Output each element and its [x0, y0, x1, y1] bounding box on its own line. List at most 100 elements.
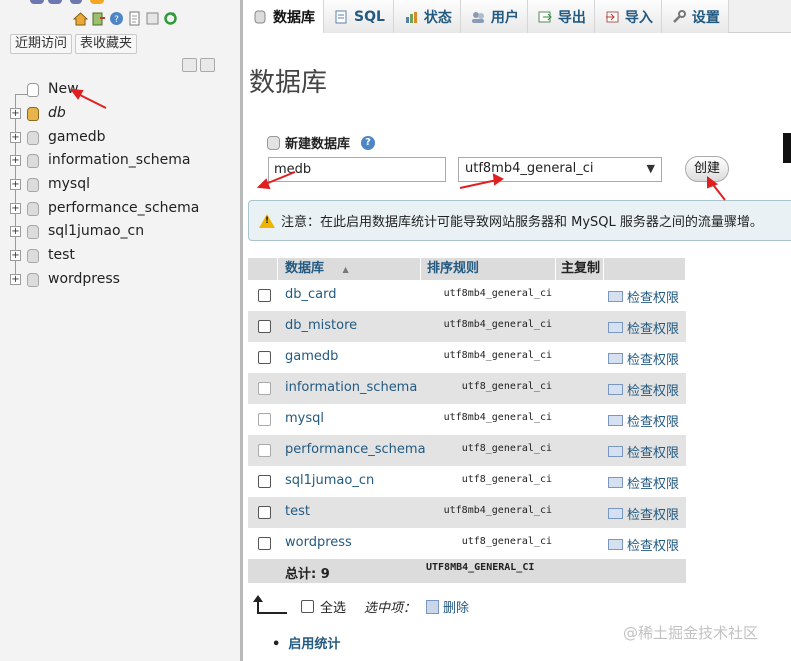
tab-settings[interactable]: 设置	[661, 0, 729, 33]
database-name-link[interactable]: db_mistore	[285, 318, 357, 333]
check-privileges-label[interactable]: 检查权限	[627, 349, 679, 368]
tab-label: 用户	[490, 9, 519, 26]
favorites-button[interactable]: 表收藏夹	[75, 34, 138, 54]
check-privileges-label[interactable]: 检查权限	[627, 535, 679, 554]
enable-statistics-link[interactable]: 启用统计	[272, 633, 340, 652]
tab-status[interactable]: 状态	[393, 0, 461, 33]
header-collation-label[interactable]: 排序规则	[427, 261, 479, 276]
row-checkbox[interactable]	[258, 289, 271, 302]
tree-item-gamedb[interactable]: + gamedb	[8, 128, 238, 148]
database-name-link[interactable]: mysql	[285, 411, 324, 426]
tree-item-information-schema[interactable]: + information_schema	[8, 151, 238, 171]
check-privileges-link[interactable]: 检查权限	[608, 318, 679, 337]
tree-item-mysql[interactable]: + mysql	[8, 175, 238, 195]
check-privileges-link[interactable]: 检查权限	[608, 287, 679, 306]
collation-select[interactable]: utf8mb4_general_ci ▼	[458, 157, 662, 182]
select-all-checkbox[interactable]	[301, 600, 314, 613]
tab-users[interactable]: 用户	[460, 0, 528, 33]
check-privileges-label[interactable]: 检查权限	[627, 287, 679, 306]
tree-item-label[interactable]: mysql	[48, 176, 90, 192]
expand-icon[interactable]: +	[10, 155, 21, 166]
tree-item-test[interactable]: + test	[8, 246, 238, 266]
database-name-link[interactable]: test	[285, 504, 310, 519]
table-row: mysql utf8mb4_general_ci 检查权限	[248, 404, 686, 435]
tree-item-label[interactable]: New	[48, 81, 79, 97]
tree-item-new[interactable]: New	[8, 80, 238, 100]
tree-item-sql1jumao-cn[interactable]: + sql1jumao_cn	[8, 222, 238, 242]
tree-item-label[interactable]: information_schema	[48, 152, 191, 168]
check-privileges-link[interactable]: 检查权限	[608, 442, 679, 461]
row-checkbox[interactable]	[258, 475, 271, 488]
header-database[interactable]: 数据库 ▲	[278, 258, 421, 280]
database-name-link[interactable]: db_card	[285, 287, 337, 302]
create-button[interactable]: 创建	[685, 156, 729, 182]
check-privileges-label[interactable]: 检查权限	[627, 380, 679, 399]
sql-icon	[334, 10, 348, 24]
tree-item-label[interactable]: gamedb	[48, 129, 106, 145]
expand-icon[interactable]: +	[10, 132, 21, 143]
tree-item-label[interactable]: test	[48, 247, 75, 263]
database-name-input[interactable]	[268, 157, 446, 182]
link-icon[interactable]	[200, 58, 215, 72]
help-icon[interactable]: ?	[109, 11, 124, 26]
tree-item-label[interactable]: performance_schema	[48, 200, 199, 216]
check-privileges-label[interactable]: 检查权限	[627, 318, 679, 337]
database-name-link[interactable]: sql1jumao_cn	[285, 473, 374, 488]
tab-label: 状态	[423, 9, 452, 26]
database-name-link[interactable]: gamedb	[285, 349, 338, 364]
logout-icon[interactable]	[91, 11, 106, 26]
check-privileges-label[interactable]: 检查权限	[627, 411, 679, 430]
delete-link[interactable]: 删除	[443, 597, 469, 616]
select-all-label[interactable]: 全选	[320, 597, 346, 616]
check-privileges-label[interactable]: 检查权限	[627, 504, 679, 523]
check-privileges-link[interactable]: 检查权限	[608, 411, 679, 430]
check-privileges-label[interactable]: 检查权限	[627, 473, 679, 492]
database-name-link[interactable]: wordpress	[285, 535, 352, 550]
tab-export[interactable]: 导出	[527, 0, 595, 33]
tree-item-label[interactable]: wordpress	[48, 271, 120, 287]
collapse-all-icon[interactable]	[182, 58, 197, 72]
check-privileges-link[interactable]: 检查权限	[608, 473, 679, 492]
settings-icon[interactable]	[145, 11, 160, 26]
privileges-icon	[608, 539, 623, 550]
new-database-icon	[27, 83, 39, 97]
expand-icon[interactable]: +	[10, 203, 21, 214]
privileges-icon	[608, 508, 623, 519]
expand-icon[interactable]: +	[10, 274, 21, 285]
tab-import[interactable]: 导入	[594, 0, 662, 33]
tree-item-wordpress[interactable]: + wordpress	[8, 270, 238, 290]
expand-icon[interactable]: +	[10, 226, 21, 237]
check-privileges-link[interactable]: 检查权限	[608, 349, 679, 368]
tree-item-db[interactable]: + db	[8, 104, 238, 124]
row-checkbox[interactable]	[258, 351, 271, 364]
expand-icon[interactable]: +	[10, 108, 21, 119]
header-collation[interactable]: 排序规则	[421, 258, 556, 280]
tree-item-performance-schema[interactable]: + performance_schema	[8, 199, 238, 219]
docs-icon[interactable]	[127, 11, 142, 26]
home-icon[interactable]	[72, 11, 89, 26]
expand-icon[interactable]: +	[10, 179, 21, 190]
row-checkbox[interactable]	[258, 506, 271, 519]
status-icon	[404, 10, 418, 24]
table-row: gamedb utf8mb4_general_ci 检查权限	[248, 342, 686, 373]
row-checkbox[interactable]	[258, 320, 271, 333]
tab-databases[interactable]: 数据库	[243, 0, 324, 33]
delete-icon[interactable]	[426, 599, 440, 614]
tree-item-label[interactable]: sql1jumao_cn	[48, 223, 144, 239]
header-database-label[interactable]: 数据库	[285, 261, 324, 276]
database-name-link[interactable]: performance_schema	[285, 442, 426, 457]
reload-icon[interactable]	[163, 11, 178, 26]
expand-icon[interactable]: +	[10, 250, 21, 261]
help-icon[interactable]: ?	[361, 135, 376, 150]
tab-label: 导出	[557, 9, 586, 26]
database-name-link[interactable]: information_schema	[285, 380, 417, 395]
check-privileges-link[interactable]: 检查权限	[608, 535, 679, 554]
database-icon	[27, 249, 39, 263]
row-checkbox[interactable]	[258, 537, 271, 550]
recent-button[interactable]: 近期访问	[10, 34, 73, 54]
check-privileges-link[interactable]: 检查权限	[608, 504, 679, 523]
tab-sql[interactable]: SQL	[324, 0, 394, 33]
tree-item-label[interactable]: db	[48, 105, 66, 121]
check-privileges-link[interactable]: 检查权限	[608, 380, 679, 399]
check-privileges-label[interactable]: 检查权限	[627, 442, 679, 461]
